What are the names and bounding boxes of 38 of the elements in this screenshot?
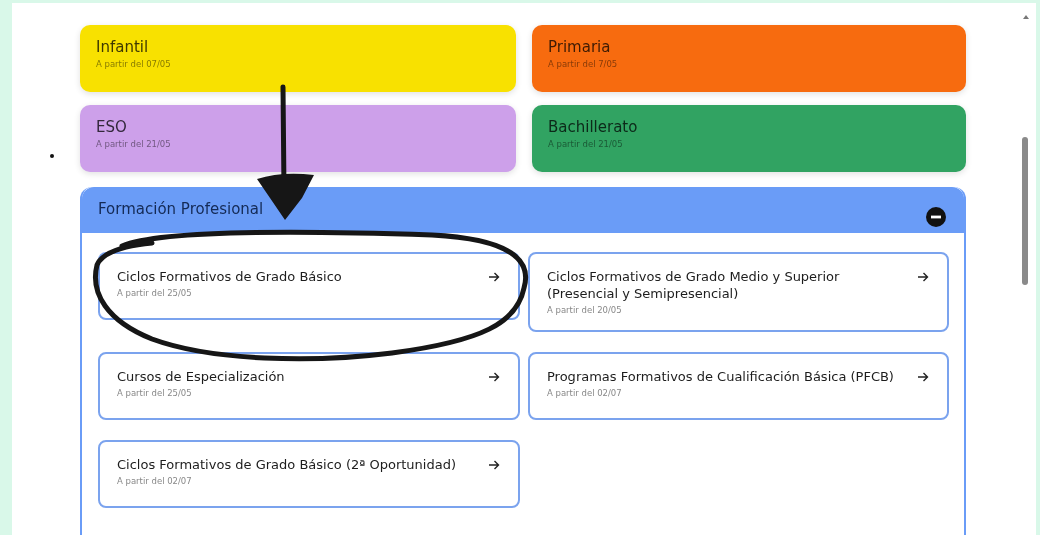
program-card[interactable]: Cursos de Especialización A partir del 25/05 xyxy=(98,352,520,420)
arrow-right-icon xyxy=(917,271,929,283)
section-header[interactable]: Formación Profesional xyxy=(82,187,964,233)
program-title: Ciclos Formativos de Grado Básico xyxy=(117,268,342,285)
level-card[interactable]: Primaria A partir del 7/05 xyxy=(532,25,966,92)
program-date: A partir del 20/05 xyxy=(547,305,623,315)
bullet-dot xyxy=(50,154,54,158)
arrow-right-icon xyxy=(917,371,929,383)
section-title: Formación Profesional xyxy=(98,199,264,218)
program-card[interactable]: Programas Formativos de Cualificación Básica (PFCB) A partir del 02/07 xyxy=(528,352,949,420)
program-card[interactable]: Ciclos Formativos de Grado Medio y Superior (Presencial y Semipresencial) A partir del 20/05 xyxy=(528,252,949,332)
program-date: A partir del 02/07 xyxy=(547,388,623,398)
level-card[interactable]: ESO A partir del 21/05 xyxy=(80,105,516,172)
level-date: A partir del 21/05 xyxy=(96,139,172,149)
level-title: ESO xyxy=(96,118,128,137)
program-date: A partir del 25/05 xyxy=(117,288,193,298)
level-title: Infantil xyxy=(96,38,150,57)
scroll-thumb[interactable] xyxy=(1022,137,1028,285)
level-title: Bachillerato xyxy=(548,118,639,137)
level-date: A partir del 21/05 xyxy=(548,139,624,149)
level-card[interactable]: Bachillerato A partir del 21/05 xyxy=(532,105,966,172)
program-card[interactable]: Ciclos Formativos de Grado Básico (2ª Oportunidad) A partir del 02/07 xyxy=(98,440,520,508)
program-title: Ciclos Formativos de Grado Medio y Superior (Presencial y Semipresencial) xyxy=(547,268,841,302)
program-date: A partir del 25/05 xyxy=(117,388,193,398)
level-date: A partir del 7/05 xyxy=(548,59,619,69)
program-title: Cursos de Especialización xyxy=(117,368,285,385)
level-card[interactable]: Infantil A partir del 07/05 xyxy=(80,25,516,92)
level-title: Primaria xyxy=(548,38,612,57)
arrow-right-icon xyxy=(488,371,500,383)
arrow-right-icon xyxy=(488,271,500,283)
scroll-up-icon[interactable] xyxy=(1023,15,1029,19)
arrow-right-icon xyxy=(488,459,500,471)
program-title: Programas Formativos de Cualificación Básica (PFCB) xyxy=(547,368,894,385)
level-date: A partir del 07/05 xyxy=(96,59,172,69)
collapse-icon[interactable] xyxy=(926,207,946,227)
program-date: A partir del 02/07 xyxy=(117,476,193,486)
program-title: Ciclos Formativos de Grado Básico (2ª Oportunidad) xyxy=(117,456,456,473)
program-card[interactable]: Ciclos Formativos de Grado Básico A partir del 25/05 xyxy=(98,252,520,320)
